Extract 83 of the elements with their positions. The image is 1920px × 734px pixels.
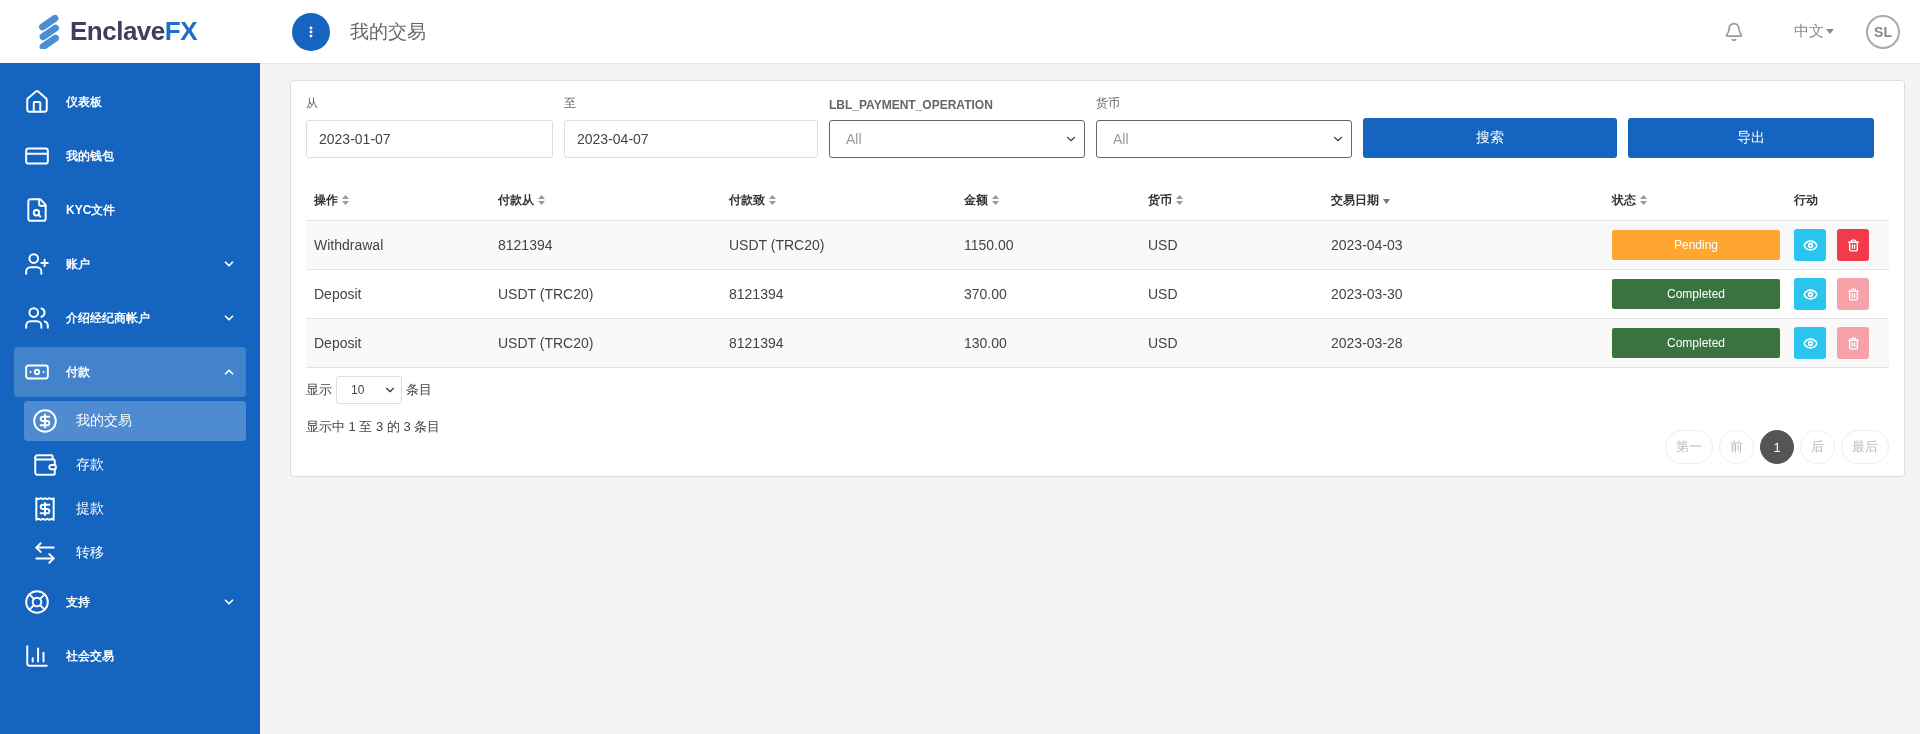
table-cell-text: Deposit	[314, 286, 363, 302]
table-cell-text: Withdrawal	[314, 237, 385, 253]
lifebuoy-icon	[24, 589, 50, 615]
sidebar-item[interactable]: 介绍经纪商帐户	[14, 293, 246, 343]
status-badge: Pending	[1612, 230, 1780, 260]
table-info: 显示中 1 至 3 的 3 条目	[306, 418, 442, 436]
dollar-circle-icon	[32, 408, 58, 434]
page-title: 我的交易	[350, 19, 427, 44]
sidebar-subitem[interactable]: 存款	[24, 445, 246, 485]
user-plus-icon	[24, 251, 50, 277]
sidebar-item[interactable]: 社会交易	[14, 631, 246, 681]
users-icon	[24, 305, 50, 331]
trash-icon	[1846, 287, 1860, 301]
field-label: 货币	[1096, 95, 1121, 112]
delete-button[interactable]	[1837, 229, 1869, 261]
field-label: LBL_PAYMENT_OPERATION	[829, 98, 994, 112]
user-avatar[interactable]: SL	[1866, 14, 1900, 49]
sidebar-subitem[interactable]: 提款	[24, 489, 246, 529]
sidebar-item[interactable]: 支持	[14, 577, 246, 627]
sidebar-item[interactable]: 仪表板	[14, 77, 246, 127]
table-cell-text: 1150.00	[964, 237, 1015, 253]
field-label: 从	[306, 95, 319, 112]
page-button[interactable]: 1	[1760, 430, 1794, 464]
table-cell-text: 130.00	[964, 335, 1008, 351]
document-search-icon	[24, 197, 50, 223]
column-header[interactable]: 金额	[964, 191, 1148, 209]
column-header[interactable]: 付款从	[498, 191, 729, 209]
column-header[interactable]: 行动	[1794, 191, 1889, 209]
menu-button[interactable]	[292, 12, 330, 51]
bell-icon[interactable]	[1724, 21, 1744, 42]
bar-chart-icon	[24, 643, 50, 669]
trash-icon	[1846, 336, 1860, 350]
column-header[interactable]: 操作	[314, 191, 498, 209]
sidebar-item[interactable]: KYC文件	[14, 185, 246, 235]
wallet-icon	[32, 452, 58, 478]
date-field[interactable]: 2023-01-07	[306, 120, 553, 158]
search-button[interactable]: 搜索	[1363, 118, 1617, 158]
trash-icon	[1846, 238, 1860, 252]
table-cell-text: 8121394	[729, 335, 785, 351]
page-size-select[interactable]: 10	[336, 376, 402, 404]
sidebar-subitem[interactable]: 转移	[24, 533, 246, 573]
table-cell-text: Deposit	[314, 335, 363, 351]
house-icon	[24, 89, 50, 115]
table-cell-text: USDT (TRC20)	[498, 286, 595, 302]
table-cell-text: USD	[1148, 286, 1179, 302]
table-cell-text: 2023-03-30	[1331, 286, 1404, 302]
view-button[interactable]	[1794, 327, 1826, 359]
table-cell-text: USDT (TRC20)	[498, 335, 595, 351]
table-cell-text: USDT (TRC20)	[729, 237, 826, 253]
length-label: 条目	[406, 381, 432, 399]
language-dropdown[interactable]: 中文	[1794, 22, 1834, 41]
eye-icon	[1802, 237, 1818, 253]
sidebar-item[interactable]: 账户	[14, 239, 246, 289]
table-cell-text: 2023-04-03	[1331, 237, 1404, 253]
column-header[interactable]: 付款致	[729, 191, 964, 209]
view-button[interactable]	[1794, 278, 1826, 310]
eye-icon	[1802, 286, 1818, 302]
sidebar-subitem[interactable]: 我的交易	[24, 401, 246, 441]
caret-icon	[1826, 29, 1834, 34]
date-field[interactable]: 2023-04-07	[564, 120, 818, 158]
receipt-icon	[32, 496, 58, 522]
sidebar-item[interactable]: 我的钱包	[14, 131, 246, 181]
column-header[interactable]: 状态	[1612, 191, 1794, 209]
select-field[interactable]: All	[829, 120, 1085, 158]
export-button[interactable]: 导出	[1628, 118, 1874, 158]
sidebar-item[interactable]: 付款	[14, 347, 246, 397]
arrows-icon	[32, 540, 58, 566]
table-cell-text: USD	[1148, 335, 1179, 351]
column-header[interactable]: 货币	[1148, 191, 1331, 209]
table-cell-text: 2023-03-28	[1331, 335, 1404, 351]
table-cell-text: USD	[1148, 237, 1179, 253]
status-badge: Completed	[1612, 279, 1780, 309]
logo-text: EnclaveFX	[70, 16, 198, 47]
field-label: 至	[564, 95, 577, 112]
status-badge: Completed	[1612, 328, 1780, 358]
column-header[interactable]: 交易日期	[1331, 191, 1612, 209]
eye-icon	[1802, 335, 1818, 351]
view-button[interactable]	[1794, 229, 1826, 261]
table-cell-text: 370.00	[964, 286, 1008, 302]
length-label: 显示	[306, 381, 332, 399]
select-field[interactable]: All	[1096, 120, 1352, 158]
table-cell-text: 8121394	[498, 237, 554, 253]
table-cell-text: 8121394	[729, 286, 785, 302]
